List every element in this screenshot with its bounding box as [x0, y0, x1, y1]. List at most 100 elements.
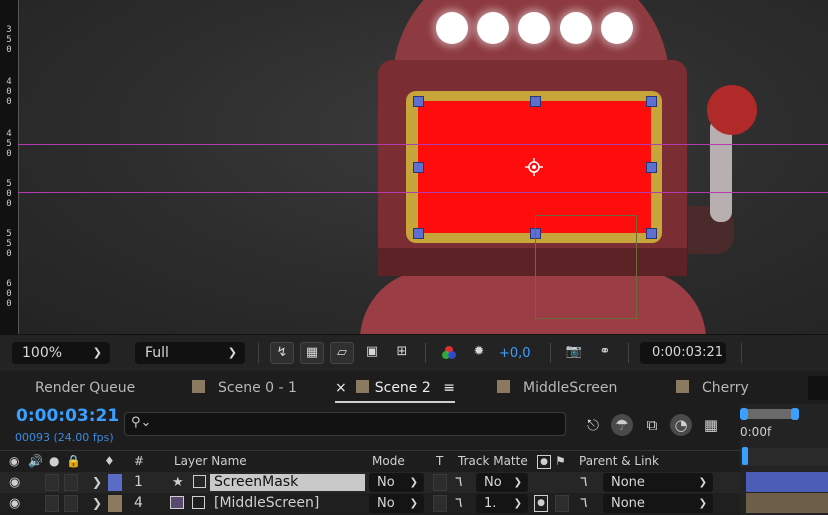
eye-icon[interactable]: ◉	[9, 472, 20, 493]
slot-machine-base	[360, 270, 706, 334]
mask-vertex-handle[interactable]	[646, 162, 657, 173]
audio-toggle[interactable]	[45, 474, 59, 491]
preserve-transparency-toggle[interactable]	[433, 495, 447, 512]
lock-toggle[interactable]	[64, 474, 78, 491]
ruler-tick: 6	[6, 279, 12, 289]
tab-scene-2[interactable]: × Scene 2 ≡	[335, 372, 455, 403]
mask-vertex-handle[interactable]	[530, 96, 541, 107]
horizontal-guide[interactable]	[18, 144, 828, 145]
show-snapshot-button[interactable]: ⚭	[593, 342, 617, 364]
blend-mode-dropdown[interactable]: No ❯	[369, 473, 424, 492]
chevron-right-icon[interactable]: ❯	[92, 472, 102, 493]
layer-name-label[interactable]: [MiddleScreen]	[214, 493, 319, 514]
show-channel-button[interactable]	[437, 342, 461, 364]
rgb-channels-icon	[442, 346, 456, 359]
matte-alpha-toggle[interactable]: ●	[534, 495, 548, 512]
mask-vertex-handle[interactable]	[646, 96, 657, 107]
current-time-display[interactable]: 0:00:03:21	[640, 342, 726, 364]
toolbar-divider	[425, 343, 426, 363]
layer-search-input[interactable]: ⚲⌄	[124, 412, 566, 436]
layer-row[interactable]: ◉ ❯ 1 ★ ScreenMask No ❯ ٦ No ❯ ٦ None ❯	[0, 472, 740, 493]
composition-viewer[interactable]: 3 5 0 4 0 0 4 5 0 5 0 0 5 5 0 6 0 0	[0, 0, 828, 334]
mask-vertex-handle[interactable]	[646, 228, 657, 239]
layer-label-color[interactable]	[108, 474, 122, 491]
transparency-grid-button[interactable]: ▦	[300, 342, 324, 364]
frame-blending-button[interactable]: ⧉	[641, 414, 663, 436]
parent-pickwhip-icon[interactable]: ٦	[580, 493, 588, 514]
tab-label: Scene 0 - 1	[218, 380, 297, 396]
track-matte-dropdown[interactable]: 1. ❯	[476, 494, 528, 513]
toolbar-divider	[258, 343, 259, 363]
ruler-tick: 0	[6, 87, 12, 97]
ruler-tick: 5	[6, 139, 12, 149]
timeline-graph-area[interactable]: 0:00f	[740, 404, 828, 515]
solo-icon[interactable]: ●	[49, 454, 59, 468]
layer-duration-bar[interactable]	[746, 493, 828, 513]
chevron-right-icon[interactable]: ❯	[92, 493, 102, 514]
exposure-value[interactable]: +0,0	[499, 346, 531, 361]
audio-toggle[interactable]	[45, 495, 59, 512]
grid-guides-button[interactable]: ⊞	[390, 342, 414, 364]
tab-scene-0-1[interactable]: Scene 0 - 1	[192, 372, 297, 404]
tab-cherry[interactable]: Cherry	[676, 372, 749, 404]
zoom-dropdown[interactable]: 100% ❯	[12, 342, 110, 364]
tab-overflow[interactable]	[808, 376, 828, 400]
tab-middlescreen[interactable]: MiddleScreen	[497, 372, 617, 404]
blend-mode-value: No	[377, 475, 395, 490]
ruler-tick: 0	[6, 299, 12, 309]
mask-vertex-handle[interactable]	[413, 96, 424, 107]
mask-vertex-handle[interactable]	[413, 162, 424, 173]
lock-toggle[interactable]	[64, 495, 78, 512]
anchor-point-icon[interactable]	[525, 158, 543, 176]
close-icon[interactable]: ×	[335, 380, 347, 396]
mask-path-visibility-button[interactable]: ▱	[330, 342, 354, 364]
blend-mode-dropdown[interactable]: No ❯	[369, 494, 424, 513]
time-ruler[interactable]	[740, 448, 828, 466]
eye-icon[interactable]: ◉	[9, 454, 19, 468]
fast-previews-button[interactable]: ↯	[270, 342, 294, 364]
parent-pickwhip-icon[interactable]: ٦	[580, 472, 588, 493]
lock-icon[interactable]: 🔒	[66, 454, 81, 468]
layer-row[interactable]: ◉ ❯ 4 [MiddleScreen] No ❯ ٦ 1. ❯ ● ٦ None…	[0, 493, 740, 514]
motion-blur-button[interactable]: ◔	[670, 414, 692, 436]
matte-icon: ●	[537, 455, 551, 469]
pickwhip-icon[interactable]: ٦	[455, 493, 463, 514]
preserve-transparency-toggle[interactable]	[433, 474, 447, 491]
timeline-current-time[interactable]: 0:00:03:21	[16, 406, 119, 426]
vertical-ruler[interactable]: 3 5 0 4 0 0 4 5 0 5 0 0 5 5 0 6 0 0	[0, 0, 19, 334]
resolution-dropdown[interactable]: Full ❯	[135, 342, 245, 364]
layer-bounding-box	[535, 215, 637, 319]
parent-dropdown[interactable]: None ❯	[603, 494, 713, 513]
region-of-interest-button[interactable]: ▣	[360, 342, 384, 364]
light-bulb	[560, 12, 592, 44]
shy-layers-button[interactable]: ☂	[611, 414, 633, 436]
eye-icon[interactable]: ◉	[9, 493, 20, 514]
speaker-icon[interactable]: 🔊	[28, 454, 43, 468]
mask-vertex-handle[interactable]	[413, 228, 424, 239]
track-matte-value: No	[484, 475, 502, 490]
column-layer-name[interactable]: Layer Name	[174, 454, 247, 468]
pickwhip-icon[interactable]: ٦	[455, 472, 463, 493]
work-area-bar[interactable]	[743, 409, 795, 419]
layer-label-color[interactable]	[108, 495, 122, 512]
layer-duration-bar[interactable]	[746, 472, 828, 492]
track-matte-dropdown[interactable]: No ❯	[476, 473, 528, 492]
layer-name-field[interactable]: ScreenMask	[210, 474, 365, 491]
matte-invert-toggle[interactable]	[555, 495, 569, 512]
tab-render-queue[interactable]: Render Queue	[35, 372, 135, 404]
work-area-start-handle[interactable]	[740, 408, 748, 420]
parent-dropdown[interactable]: None ❯	[603, 473, 713, 492]
horizontal-guide[interactable]	[18, 192, 828, 193]
frame-count: 00093 (24.00 fps)	[15, 431, 114, 444]
current-time-indicator[interactable]	[742, 447, 748, 465]
graph-editor-button[interactable]: ▦	[700, 414, 722, 436]
menu-icon[interactable]: ≡	[443, 380, 455, 396]
label-tag-icon[interactable]: ♦	[104, 454, 115, 468]
light-bulb	[601, 12, 633, 44]
composition-flowchart-button[interactable]: ⎋	[582, 414, 604, 436]
snapshot-button[interactable]: 📷	[562, 342, 586, 364]
work-area-end-handle[interactable]	[791, 408, 799, 420]
toolbar-divider	[628, 343, 629, 363]
color-management-button[interactable]: ✹	[467, 342, 491, 364]
track-matte-value: 1.	[484, 496, 501, 511]
